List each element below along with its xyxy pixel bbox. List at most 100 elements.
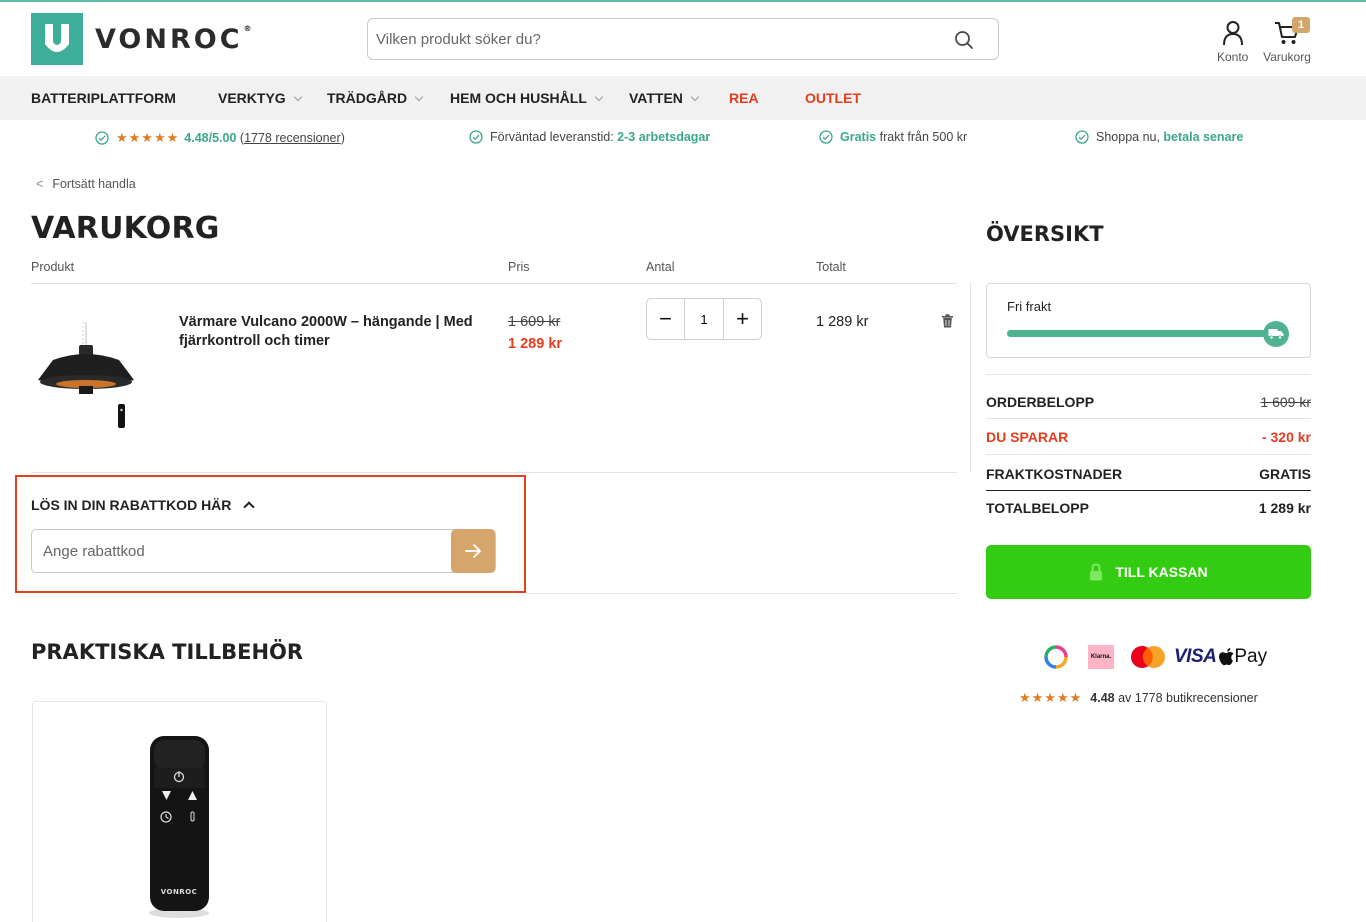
nav-item-verktyg[interactable]: VERKTYG <box>218 76 302 120</box>
summary-label: DU SPARAR <box>986 429 1069 445</box>
cart-label: Varukorg <box>1263 50 1311 64</box>
pay-later-text: Shoppa nu, <box>1096 130 1164 144</box>
summary-value: 1 289 kr <box>1258 500 1311 516</box>
chevron-left-icon: < <box>36 177 44 191</box>
summary-label: FRAKTKOSTNADER <box>986 466 1123 482</box>
summary-title: ÖVERSIKT <box>986 222 1104 246</box>
account-button[interactable]: Konto <box>1217 20 1248 64</box>
remote-control-image: VONROC <box>149 736 209 918</box>
free-shipping-box: Fri frakt <box>986 283 1311 358</box>
divider <box>31 472 957 473</box>
coupon-toggle[interactable]: LÖS IN DIN RABATTKOD HÄR <box>31 497 256 513</box>
freight-text: frakt från 500 kr <box>876 130 968 144</box>
qty-input[interactable] <box>684 299 724 339</box>
logo-text: VONROC® <box>95 23 255 55</box>
col-header-product: Produkt <box>31 260 75 274</box>
trash-icon[interactable] <box>941 314 954 328</box>
swish-icon <box>1044 645 1068 669</box>
nav-item-outlet[interactable]: OUTLET <box>805 76 861 120</box>
usp-rating: ★★★★★ 4.48/5.00 (1778 recensioner) <box>95 130 345 146</box>
check-circle-icon <box>95 131 109 145</box>
summary-value: - 320 kr <box>1261 429 1311 445</box>
site-header: VONROC® Konto Varukorg 1 <box>0 2 1366 76</box>
logo-mark-icon <box>31 13 83 65</box>
delivery-text: Förväntad leveranstid: <box>490 130 618 144</box>
product-image[interactable] <box>31 300 141 440</box>
usp-freight: Gratis frakt från 500 kr <box>819 130 967 144</box>
summary-row-order: ORDERBELOPP 1 609 kr <box>986 394 1311 410</box>
mastercard-icon <box>1131 646 1165 668</box>
summary-label: TOTALBELOPP <box>986 500 1089 516</box>
nav-item-batteriplattform[interactable]: BATTERIPLATTFORM <box>31 76 176 120</box>
user-icon <box>1222 21 1243 46</box>
divider <box>527 593 957 594</box>
divider <box>986 454 1311 455</box>
checkout-button[interactable]: TILL KASSAN <box>986 545 1311 599</box>
check-circle-icon <box>469 130 483 144</box>
divider <box>31 283 957 284</box>
freight-highlight: Gratis <box>840 130 877 144</box>
free-shipping-progress <box>1007 330 1277 337</box>
search-input[interactable] <box>376 19 936 59</box>
chevron-down-icon <box>690 92 700 102</box>
search-box <box>367 18 999 60</box>
summary-value: GRATIS <box>1259 466 1311 482</box>
sidebar-divider <box>970 282 971 472</box>
continue-shopping-link[interactable]: Fortsätt handla <box>52 177 135 191</box>
delivery-highlight: 2-3 arbetsdagar <box>617 130 711 144</box>
check-circle-icon <box>819 130 833 144</box>
chevron-down-icon <box>414 92 424 102</box>
col-header-price: Pris <box>508 260 530 274</box>
rating-value: 4.48/5.00 <box>184 131 237 145</box>
coupon-input[interactable] <box>31 529 496 573</box>
nav-item-vatten[interactable]: VATTEN <box>629 76 700 120</box>
truck-icon <box>1263 321 1289 347</box>
cart-button[interactable]: Varukorg 1 <box>1262 17 1312 64</box>
nav-item-rea[interactable]: REA <box>729 76 759 120</box>
divider <box>986 418 1311 419</box>
apple-pay-logo: Pay <box>1219 646 1267 668</box>
divider <box>986 374 1311 375</box>
pay-later-highlight: betala senare <box>1163 130 1244 144</box>
klarna-logo: Klarna. <box>1088 645 1114 669</box>
check-circle-icon <box>1075 130 1089 144</box>
product-name-link[interactable]: Värmare Vulcano 2000W – hängande | Med f… <box>179 313 489 351</box>
summary-label: ORDERBELOPP <box>986 394 1095 410</box>
search-icon[interactable] <box>954 30 974 50</box>
breadcrumb[interactable]: < Fortsätt handla <box>36 177 136 191</box>
free-shipping-label: Fri frakt <box>1007 299 1052 314</box>
review-stars: ★★★★★ <box>1019 690 1083 705</box>
coupon-submit-button[interactable] <box>451 529 495 573</box>
paren-close: ) <box>340 131 345 145</box>
chevron-down-icon <box>594 92 604 102</box>
main-nav: BATTERIPLATTFORM VERKTYG TRÄDGÅRD HEM OC… <box>0 76 1366 120</box>
divider <box>986 490 1311 491</box>
rating-count-link[interactable]: 1778 recensioner <box>244 131 341 145</box>
review-score: 4.48 <box>1090 691 1115 705</box>
apple-icon <box>1219 648 1234 666</box>
accessory-card[interactable]: VONROC <box>32 701 327 922</box>
usp-delivery: Förväntad leveranstid: 2-3 arbetsdagar <box>469 130 710 144</box>
remote-brand-label: VONROC <box>161 888 198 896</box>
chevron-down-icon <box>293 92 302 102</box>
visa-logo: VISA <box>1174 646 1217 667</box>
review-text: av 1778 butikrecensioner <box>1114 691 1258 705</box>
summary-row-total: TOTALBELOPP 1 289 kr <box>986 500 1311 516</box>
usp-pay-later: Shoppa nu, betala senare <box>1075 130 1243 144</box>
logo[interactable]: VONROC® <box>31 13 255 65</box>
cart-count-badge: 1 <box>1292 17 1310 33</box>
col-header-total: Totalt <box>816 260 846 274</box>
qty-increase-button[interactable]: + <box>724 299 761 339</box>
nav-item-tradgard[interactable]: TRÄDGÅRD <box>327 76 424 120</box>
row-total: 1 289 kr <box>816 314 869 330</box>
summary-row-savings: DU SPARAR - 320 kr <box>986 429 1311 445</box>
store-reviews-line[interactable]: ★★★★★ 4.48 av 1778 butikrecensioner <box>1019 690 1258 706</box>
payment-logos: Klarna. VISA Pay <box>1044 645 1267 669</box>
coupon-title: LÖS IN DIN RABATTKOD HÄR <box>31 497 232 513</box>
arrow-right-icon <box>465 543 482 559</box>
nav-item-hem-och-hushall[interactable]: HEM OCH HUSHÅLL <box>450 76 604 120</box>
page-title: VARUKORG <box>31 211 220 246</box>
rating-stars: ★★★★★ <box>116 130 180 145</box>
lock-icon <box>1090 563 1103 581</box>
qty-decrease-button[interactable]: − <box>647 299 684 339</box>
